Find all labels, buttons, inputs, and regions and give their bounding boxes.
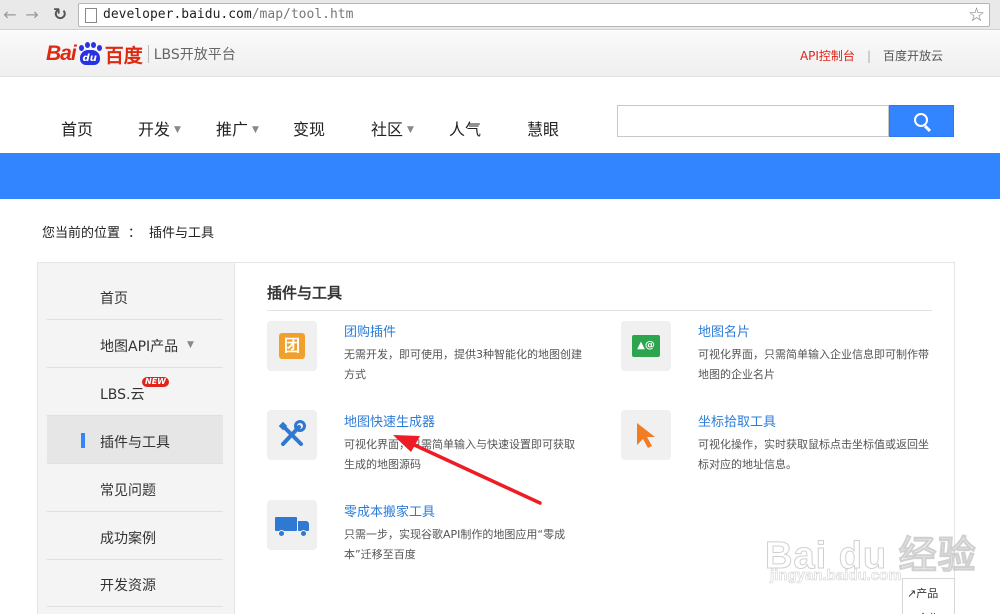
sidebar-item-lbs-cloud[interactable]: LBS.云 NEW — [47, 368, 223, 416]
tool-map-card-link[interactable]: 地图名片 — [698, 321, 750, 340]
site-header: Bai du 百度 LBS开放平台 API控制台 | 百度开放云 — [0, 31, 1000, 77]
sidebar-item-map-api[interactable]: 地图API产品 ▼ — [47, 320, 223, 368]
tool-desc: 只需一步，实现谷歌API制作的地图应用“零成本”迁移至百度 — [344, 528, 566, 561]
float-item-products[interactable]: ↗产品 — [907, 585, 938, 601]
browser-toolbar: ← → ↻ developer.baidu.com/map/tool.htm ☆ — [0, 0, 1000, 30]
nav-item-develop[interactable]: 开发 ▼ — [138, 116, 181, 140]
sidebar-item-cases[interactable]: 成功案例 — [47, 512, 223, 560]
new-badge: NEW — [142, 377, 169, 387]
title-divider — [267, 310, 932, 311]
active-indicator — [81, 433, 85, 448]
reload-icon[interactable]: ↻ — [50, 5, 70, 25]
sidebar-item-plugins-tools[interactable]: 插件与工具 — [47, 416, 223, 464]
breadcrumb-current: 插件与工具 — [149, 226, 215, 241]
chevron-down-icon: ▼ — [407, 125, 414, 135]
paw-icon: du — [77, 42, 103, 65]
tool-desc: 可视化界面，只需简单输入企业信息即可制作带地图的企业名片 — [698, 348, 929, 381]
sidebar: 首页 地图API产品 ▼ LBS.云 NEW 插件与工具 常见问题 成功案例 开发资… — [38, 263, 235, 614]
chevron-down-icon: ▼ — [187, 340, 194, 350]
wrench-screwdriver-icon[interactable] — [267, 410, 317, 460]
logo-divider — [147, 45, 149, 63]
header-links: API控制台 | 百度开放云 — [800, 47, 943, 64]
tool-desc: 可视化操作，实时获取鼠标点击坐标值或返回坐标对应的地址信息。 — [698, 438, 929, 471]
tool-group-buy-link[interactable]: 团购插件 — [344, 321, 396, 340]
float-item-cooperate[interactable]: ▣合作 — [907, 610, 939, 614]
nav-item-promote[interactable]: 推广 ▼ — [216, 116, 259, 140]
search-button[interactable] — [889, 105, 954, 137]
back-arrow-icon[interactable]: ← — [0, 5, 20, 25]
cursor-pointer-icon[interactable] — [621, 410, 671, 460]
tool-desc: 无需开发，即可使用，提供3种智能化的地图创建方式 — [344, 348, 582, 381]
baidu-cloud-link[interactable]: 百度开放云 — [883, 47, 943, 64]
group-buy-icon[interactable]: 团 — [267, 321, 317, 371]
page-title: 插件与工具 — [267, 284, 343, 302]
truck-icon[interactable] — [267, 500, 317, 550]
bookmark-star-icon[interactable]: ☆ — [968, 4, 985, 26]
nav-item-popularity[interactable]: 人气 — [449, 116, 481, 140]
nav-item-community[interactable]: 社区 ▼ — [371, 116, 414, 140]
address-bar[interactable]: developer.baidu.com/map/tool.htm ☆ — [78, 3, 990, 27]
api-console-link[interactable]: API控制台 — [800, 47, 855, 64]
sidebar-item-resources[interactable]: 开发资源 — [47, 559, 223, 607]
floating-panel[interactable]: ↗产品 ▣合作 — [902, 578, 955, 614]
search-input[interactable] — [617, 105, 889, 137]
url-text: developer.baidu.com/map/tool.htm — [103, 7, 354, 22]
page-icon — [85, 8, 97, 23]
chevron-down-icon: ▼ — [252, 125, 259, 135]
sidebar-item-faq[interactable]: 常见问题 — [47, 464, 223, 512]
tool-coordinate-picker-link[interactable]: 坐标拾取工具 — [698, 411, 776, 430]
nav-item-insight[interactable]: 慧眼 — [527, 116, 559, 140]
forward-arrow-icon[interactable]: → — [22, 5, 42, 25]
watermark-url: jingyan.baidu.com — [770, 567, 902, 585]
business-card-icon[interactable]: ▲@ — [621, 321, 671, 371]
breadcrumb: 您当前的位置：插件与工具 — [42, 226, 215, 241]
tool-migration-link[interactable]: 零成本搬家工具 — [344, 501, 435, 520]
nav-item-monetize[interactable]: 变现 — [293, 116, 325, 140]
baidu-logo[interactable]: Bai du 百度 LBS开放平台 — [46, 39, 236, 69]
tool-map-generator-link[interactable]: 地图快速生成器 — [344, 411, 435, 430]
nav-item-home[interactable]: 首页 — [61, 116, 93, 140]
chevron-down-icon: ▼ — [174, 125, 181, 135]
tool-desc: 可视化界面，只需简单输入与快速设置即可获取生成的地图源码 — [344, 438, 575, 471]
link-divider: | — [866, 48, 871, 63]
sidebar-item-home[interactable]: 首页 — [47, 272, 223, 320]
banner-band — [0, 153, 1000, 199]
